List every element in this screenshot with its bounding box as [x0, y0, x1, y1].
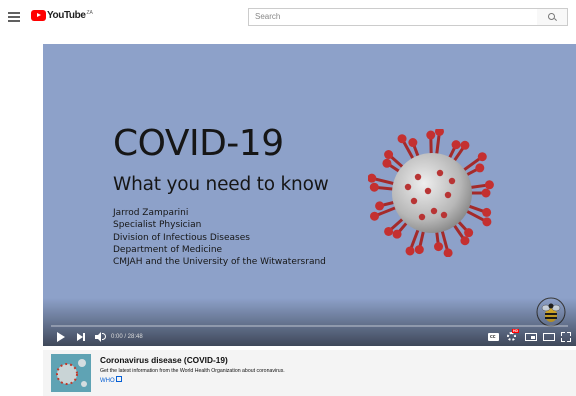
- covid-info-thumbnail: [51, 354, 91, 392]
- youtube-play-logo-icon: [31, 10, 46, 21]
- video-player[interactable]: COVID-19 What you need to know Jarrod Za…: [43, 44, 576, 346]
- play-icon[interactable]: [56, 331, 66, 343]
- virus-surface-protein: [444, 191, 452, 199]
- virus-spike-tip: [451, 140, 461, 150]
- who-link[interactable]: WHO: [100, 376, 122, 385]
- virus-spike-tip: [484, 180, 494, 190]
- hamburger-icon[interactable]: [8, 12, 20, 22]
- virus-spike-tip: [382, 158, 392, 168]
- virus-spike-tip: [384, 150, 394, 160]
- youtube-logo[interactable]: YouTube ZA: [31, 10, 93, 22]
- volume-icon[interactable]: [94, 331, 106, 343]
- virus-spike-tip: [434, 242, 444, 252]
- virus-surface-protein: [430, 207, 438, 215]
- virus-spike-tip: [408, 138, 418, 148]
- slide-line: Division of Infectious Diseases: [113, 232, 250, 243]
- virus-surface-protein: [404, 183, 412, 191]
- virus-spike-tip: [482, 207, 492, 217]
- slide-author-details: Jarrod Zamparini Specialist Physician Di…: [113, 207, 326, 268]
- slide-line: Department of Medicine: [113, 244, 223, 255]
- theater-mode-icon[interactable]: [543, 331, 555, 342]
- virus-spike-tip: [414, 245, 424, 255]
- time-display: 0:00 / 28:48: [111, 334, 143, 340]
- virus-spike-tip: [443, 248, 453, 257]
- logo-text: YouTube: [47, 10, 86, 21]
- logo-country-code: ZA: [86, 10, 93, 16]
- virus-surface-protein: [424, 187, 432, 195]
- masthead: YouTube ZA Search: [0, 0, 576, 34]
- virus-surface-protein: [418, 213, 426, 221]
- info-panel-description: Get the latest information from the Worl…: [100, 368, 285, 374]
- covid-info-panel: Coronavirus disease (COVID-19) Get the l…: [43, 350, 576, 396]
- virus-spike-tip: [477, 152, 487, 162]
- virus-spike-tip: [460, 140, 470, 150]
- coronavirus-illustration: [368, 129, 494, 257]
- virus-spike-tip: [369, 182, 379, 192]
- who-link-label: WHO: [100, 378, 115, 384]
- slide-subtitle: What you need to know: [113, 174, 329, 195]
- progress-bar[interactable]: [51, 325, 568, 327]
- slide-line: CMJAH and the University of the Witwater…: [113, 257, 326, 268]
- info-panel-title: Coronavirus disease (COVID-19): [100, 355, 228, 365]
- virus-spike-tip: [475, 163, 485, 173]
- slide-line: Jarrod Zamparini: [113, 208, 189, 218]
- slide-line: Specialist Physician: [113, 220, 202, 231]
- miniplayer-icon[interactable]: [525, 331, 537, 342]
- virus-spike-tip: [405, 246, 415, 256]
- search-input[interactable]: Search: [248, 8, 538, 26]
- virus-spike-tip: [384, 226, 394, 236]
- virus-surface-protein: [410, 197, 418, 205]
- virus-spike-tip: [464, 228, 474, 238]
- captions-icon[interactable]: [488, 331, 499, 342]
- settings-icon[interactable]: [506, 329, 520, 342]
- external-link-icon: [115, 376, 122, 383]
- virus-spike-tip: [434, 129, 444, 136]
- virus-surface-protein: [440, 211, 448, 219]
- virus-surface-protein: [436, 169, 444, 177]
- next-icon[interactable]: [76, 331, 86, 343]
- virus-surface-protein: [448, 177, 456, 185]
- virus-spike-tip: [392, 229, 402, 239]
- virus-spike-tip: [397, 134, 407, 144]
- virus-spike-tip: [481, 188, 491, 198]
- fullscreen-icon[interactable]: [561, 331, 571, 342]
- virus-spike-tip: [375, 201, 385, 211]
- slide-title: COVID-19: [113, 123, 284, 164]
- virus-spike-tip: [426, 130, 436, 140]
- virus-spike-tip: [368, 173, 377, 183]
- search-button[interactable]: [537, 8, 568, 26]
- virus-surface-protein: [414, 173, 422, 181]
- virus-spike-tip: [482, 217, 492, 227]
- virus-spike-tip: [369, 211, 379, 221]
- virus-spike-tip: [460, 236, 470, 246]
